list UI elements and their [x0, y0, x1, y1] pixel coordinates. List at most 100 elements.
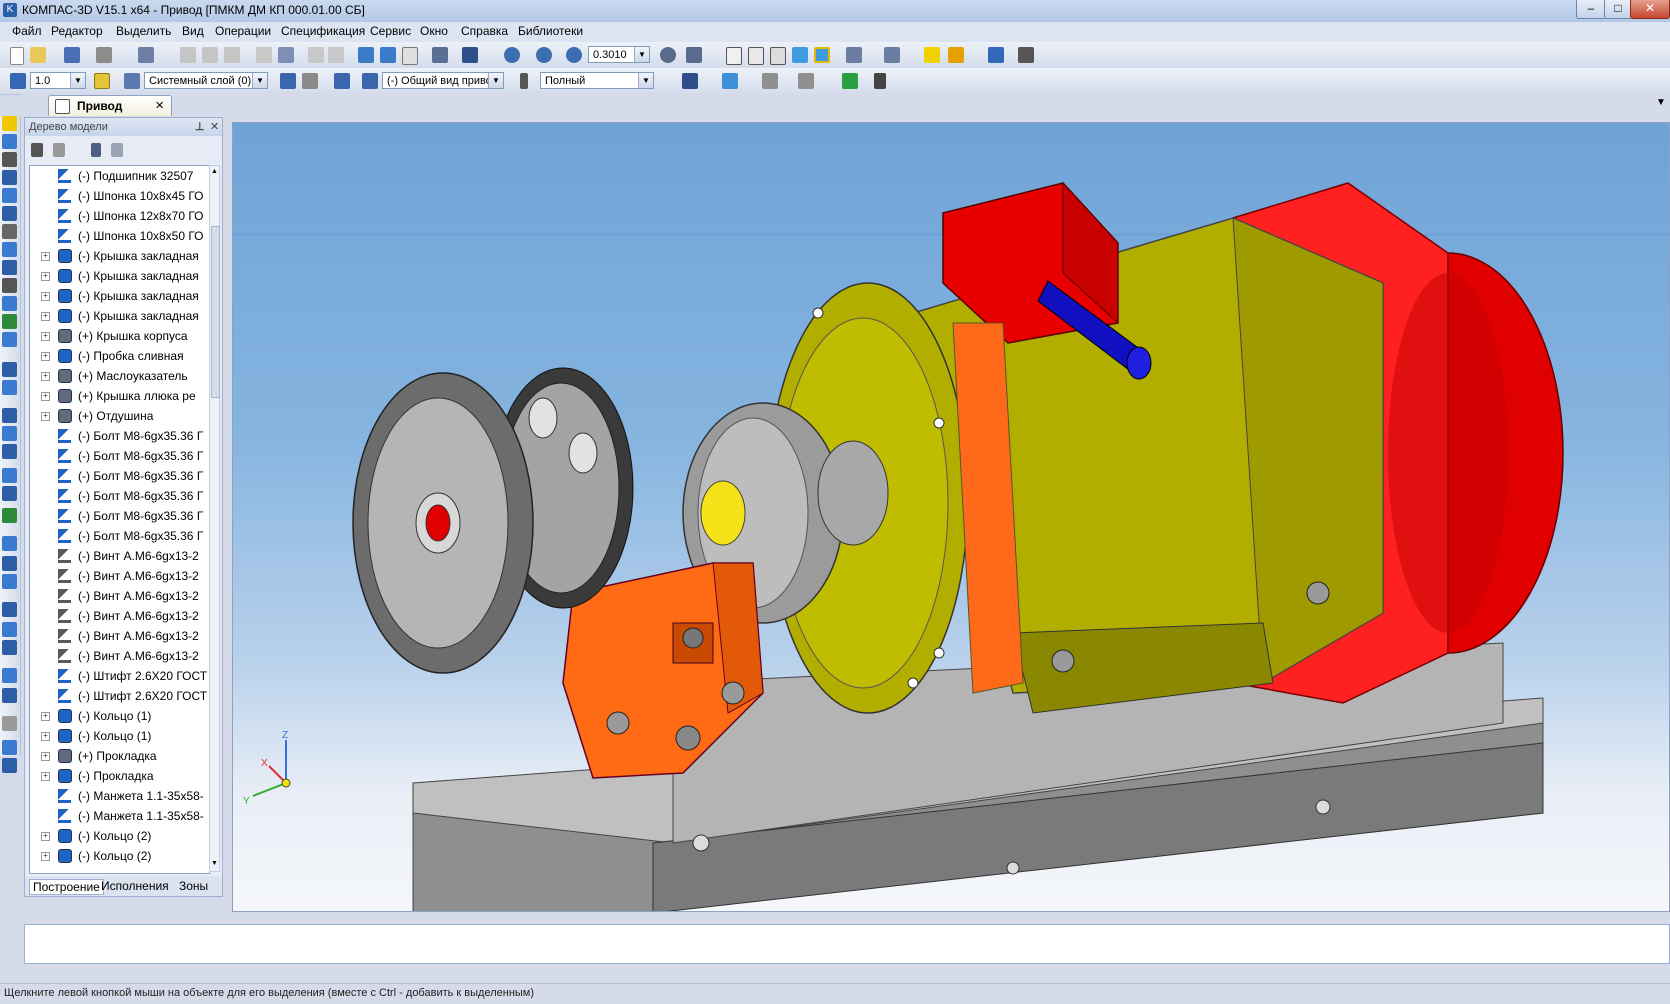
- tree-item[interactable]: (-) Подшипник 32507: [30, 166, 209, 186]
- library-manager-icon[interactable]: [988, 47, 1004, 63]
- paste-icon[interactable]: [224, 47, 240, 63]
- tool-icon[interactable]: [2, 740, 17, 755]
- menu-operations[interactable]: Операции: [215, 24, 271, 38]
- print-icon[interactable]: [96, 47, 112, 63]
- chevron-down-icon[interactable]: ▼: [252, 73, 267, 88]
- minimize-button[interactable]: –: [1576, 0, 1606, 19]
- halftone-icon[interactable]: [792, 47, 808, 63]
- cut-icon[interactable]: [180, 47, 196, 63]
- tree-item[interactable]: (-) Шпонка 12x8x70 ГО: [30, 206, 209, 226]
- hidden-lines-icon[interactable]: [748, 47, 764, 65]
- tool-icon[interactable]: [2, 314, 17, 329]
- menu-help[interactable]: Справка: [461, 24, 508, 38]
- zoom-window-icon[interactable]: [504, 47, 520, 63]
- tree-item[interactable]: + (-) Кольцо (1): [30, 706, 209, 726]
- perspective-icon[interactable]: [948, 47, 964, 63]
- sprocket[interactable]: [352, 372, 534, 674]
- orientation-set-icon[interactable]: [334, 73, 350, 89]
- expand-icon[interactable]: +: [41, 372, 50, 381]
- tab-construction[interactable]: Построение: [29, 879, 104, 895]
- show-all-icon[interactable]: [924, 47, 940, 63]
- tree-item[interactable]: (-) Винт А.М6-6gx13-2: [30, 586, 209, 606]
- snap-grid-icon[interactable]: [94, 73, 110, 89]
- tree-scrollbar[interactable]: ▲ ▼: [209, 165, 220, 872]
- section-icon[interactable]: [722, 73, 738, 89]
- expand-icon[interactable]: +: [41, 712, 50, 721]
- expand-icon[interactable]: +: [41, 292, 50, 301]
- tree-item[interactable]: (-) Болт М8-6gx35.36 Г: [30, 526, 209, 546]
- tool-icon[interactable]: [2, 242, 17, 257]
- tab-close-icon[interactable]: ✕: [155, 99, 164, 112]
- tree-item[interactable]: (-) Болт М8-6gx35.36 Г: [30, 486, 209, 506]
- tree-item[interactable]: (-) Винт А.М6-6gx13-2: [30, 626, 209, 646]
- tab-versions[interactable]: Исполнения: [101, 879, 169, 893]
- menu-file[interactable]: Файл: [12, 24, 42, 38]
- tool-icon[interactable]: [2, 362, 17, 377]
- render-mode-field[interactable]: Полный ▼: [540, 72, 654, 89]
- tool-icon[interactable]: [2, 170, 17, 185]
- copy-icon[interactable]: [202, 47, 218, 63]
- tree-item[interactable]: (-) Винт А.М6-6gx13-2: [30, 566, 209, 586]
- tool-icon[interactable]: [2, 134, 17, 149]
- zoom-scale-field[interactable]: 0.3010 ▼: [588, 46, 650, 63]
- tree-properties-icon[interactable]: [91, 143, 101, 157]
- tree-item[interactable]: (-) Манжета 1.1-35x58-: [30, 786, 209, 806]
- expand-icon[interactable]: +: [41, 352, 50, 361]
- rotate-icon[interactable]: [660, 47, 676, 63]
- menu-select[interactable]: Выделить: [116, 24, 171, 38]
- expand-icon[interactable]: +: [41, 752, 50, 761]
- chevron-down-icon[interactable]: ▼: [70, 73, 85, 88]
- tool-icon[interactable]: [2, 116, 17, 131]
- tool-icon[interactable]: [2, 332, 17, 347]
- scroll-down-icon[interactable]: ▼: [211, 860, 218, 867]
- tree-item[interactable]: + (+) Прокладка: [30, 746, 209, 766]
- chevron-down-icon[interactable]: ▼: [638, 73, 653, 88]
- tool-icon[interactable]: [2, 622, 17, 637]
- tool-icon[interactable]: [2, 296, 17, 311]
- tree-settings-icon[interactable]: [111, 143, 123, 157]
- thin-lines-icon[interactable]: [770, 47, 786, 65]
- view-state-icon[interactable]: [362, 73, 378, 89]
- tabs-dropdown-icon[interactable]: ▼: [1656, 97, 1666, 108]
- expand-icon[interactable]: +: [41, 412, 50, 421]
- property-panel[interactable]: [24, 924, 1670, 964]
- tree-item[interactable]: (-) Шпонка 10x8x50 ГО: [30, 226, 209, 246]
- scroll-thumb[interactable]: [211, 226, 220, 398]
- step-field[interactable]: 1.0 ▼: [30, 72, 86, 89]
- tree-item[interactable]: (-) Манжета 1.1-35x58-: [30, 806, 209, 826]
- tool-icon[interactable]: [2, 380, 17, 395]
- tool-icon[interactable]: [2, 556, 17, 571]
- chevron-down-icon[interactable]: ▼: [634, 47, 649, 62]
- tool-icon[interactable]: [2, 468, 17, 483]
- tool-icon[interactable]: [2, 486, 17, 501]
- expand-icon[interactable]: +: [41, 272, 50, 281]
- select-filter-icon[interactable]: [884, 47, 900, 63]
- halftone-edges-icon[interactable]: [814, 47, 830, 63]
- tree-item[interactable]: + (-) Крышка закладная: [30, 286, 209, 306]
- tree-item[interactable]: + (-) Пробка сливная: [30, 346, 209, 366]
- tree-sort-icon[interactable]: [53, 143, 65, 157]
- tool-icon[interactable]: [2, 408, 17, 423]
- tool-icon[interactable]: [2, 206, 17, 221]
- function-icon[interactable]: [402, 47, 418, 65]
- expand-icon[interactable]: +: [41, 832, 50, 841]
- properties-icon[interactable]: [278, 47, 294, 63]
- tree-item[interactable]: + (-) Кольцо (2): [30, 826, 209, 846]
- document-tab-privod[interactable]: Привод ✕: [48, 95, 172, 116]
- gear-mesh-icon[interactable]: [682, 73, 698, 89]
- tree-item[interactable]: + (-) Прокладка: [30, 766, 209, 786]
- tree-item[interactable]: (-) Болт М8-6gx35.36 Г: [30, 466, 209, 486]
- tool-icon[interactable]: [2, 152, 17, 167]
- tree-item[interactable]: + (+) Крышка ллюка ре: [30, 386, 209, 406]
- menu-editor[interactable]: Редактор: [51, 24, 103, 38]
- tool-icon[interactable]: [2, 536, 17, 551]
- tree-item[interactable]: (-) Штифт 2.6X20 ГОСТ: [30, 686, 209, 706]
- tree-item[interactable]: + (+) Маслоуказатель: [30, 366, 209, 386]
- layer-field[interactable]: Системный слой (0) ▼: [144, 72, 268, 89]
- wireframe-icon[interactable]: [726, 47, 742, 65]
- tool-icon[interactable]: [2, 224, 17, 239]
- tool-icon[interactable]: [2, 278, 17, 293]
- chevron-down-icon[interactable]: ▼: [488, 73, 503, 88]
- tree-item[interactable]: (-) Шпонка 10x8x45 ГО: [30, 186, 209, 206]
- expand-icon[interactable]: +: [41, 252, 50, 261]
